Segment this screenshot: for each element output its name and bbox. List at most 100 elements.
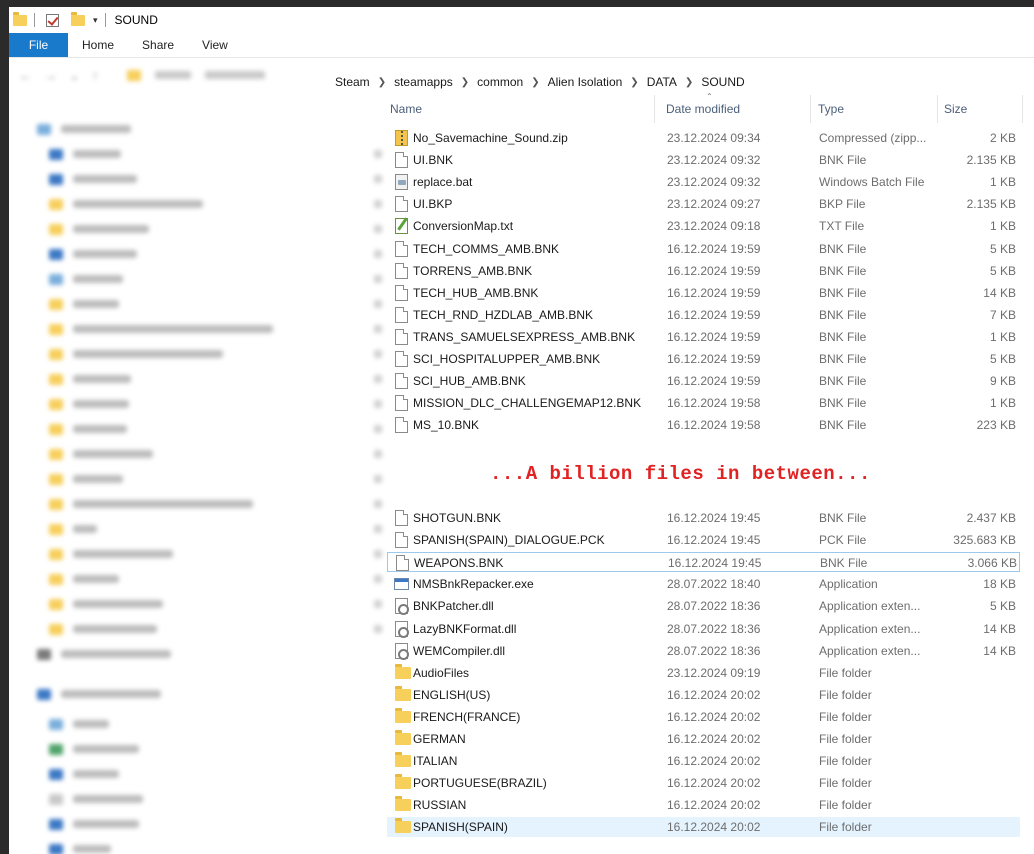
nav-pane-item[interactable]: [49, 767, 119, 781]
tab-share[interactable]: Share: [128, 33, 188, 57]
nav-pane-item[interactable]: [49, 247, 382, 261]
navigation-pane[interactable]: [9, 107, 382, 854]
pin-icon[interactable]: [374, 175, 382, 183]
pin-icon[interactable]: [374, 150, 382, 158]
nav-pane-item[interactable]: [49, 472, 382, 486]
file-row[interactable]: TECH_RND_HZDLAB_AMB.BNK 16.12.2024 19:59 B…: [387, 305, 1020, 325]
column-divider[interactable]: [937, 95, 938, 123]
file-row[interactable]: TRANS_SAMUELSEXPRESS_AMB.BNK 16.12.2024 1…: [387, 327, 1020, 347]
file-row[interactable]: SCI_HUB_AMB.BNK 16.12.2024 19:59 BNK File 9…: [387, 371, 1020, 391]
folder-row[interactable]: FRENCH(FRANCE) 16.12.2024 20:02 File folde…: [387, 707, 1020, 727]
file-row[interactable]: UI.BKP 23.12.2024 09:27 BKP File 2.135 KB: [387, 194, 1020, 214]
forward-icon[interactable]: →: [44, 68, 57, 84]
tab-view[interactable]: View: [188, 33, 242, 57]
pin-icon[interactable]: [374, 625, 382, 633]
nav-pane-item[interactable]: [49, 742, 139, 756]
properties-icon[interactable]: [46, 13, 59, 27]
file-row[interactable]: WEAPONS.BNK 16.12.2024 19:45 BNK File 3.066…: [387, 552, 1020, 573]
pin-icon[interactable]: [374, 200, 382, 208]
nav-pane-item[interactable]: [49, 147, 382, 161]
folder-row[interactable]: AudioFiles 23.12.2024 09:19 File folder: [387, 663, 1020, 683]
file-row[interactable]: MS_10.BNK 16.12.2024 19:58 BNK File 223 KB: [387, 415, 1020, 435]
pin-icon[interactable]: [374, 425, 382, 433]
pin-icon[interactable]: [374, 525, 382, 533]
pin-icon[interactable]: [374, 250, 382, 258]
nav-pane-item[interactable]: [49, 272, 382, 286]
chevron-right-icon[interactable]: ❯: [374, 77, 390, 88]
breadcrumb-item[interactable]: steamapps: [390, 75, 457, 89]
file-row[interactable]: NMSBnkRepacker.exe 28.07.2022 18:40 Applic…: [387, 574, 1020, 594]
file-row[interactable]: replace.bat 23.12.2024 09:32 Windows Batch…: [387, 172, 1020, 192]
nav-pane-item[interactable]: [49, 497, 382, 511]
pin-icon[interactable]: [374, 575, 382, 583]
file-row[interactable]: TECH_HUB_AMB.BNK 16.12.2024 19:59 BNK File…: [387, 283, 1020, 303]
pin-icon[interactable]: [374, 550, 382, 558]
column-header-type[interactable]: Type: [818, 95, 844, 123]
pin-icon[interactable]: [374, 400, 382, 408]
nav-pane-item[interactable]: [49, 817, 139, 831]
column-header-date[interactable]: Date modified: [666, 95, 740, 123]
breadcrumb-item[interactable]: Steam: [331, 75, 374, 89]
pin-icon[interactable]: [374, 350, 382, 358]
nav-pane-item[interactable]: [49, 622, 382, 636]
breadcrumb-item[interactable]: Alien Isolation: [544, 75, 627, 89]
customize-quick-access-icon[interactable]: ▾: [93, 15, 98, 26]
pin-icon[interactable]: [374, 475, 382, 483]
nav-pane-item[interactable]: [49, 297, 382, 311]
pin-icon[interactable]: [374, 325, 382, 333]
nav-pane-item[interactable]: [49, 717, 109, 731]
file-row[interactable]: MISSION_DLC_CHALLENGEMAP12.BNK 16.12.2024…: [387, 393, 1020, 413]
nav-pane-item[interactable]: [49, 372, 382, 386]
pin-icon[interactable]: [374, 600, 382, 608]
file-row[interactable]: ConversionMap.txt 23.12.2024 09:18 TXT Fil…: [387, 216, 1020, 236]
chevron-right-icon[interactable]: ❯: [457, 77, 473, 88]
nav-pane-item[interactable]: [37, 647, 171, 661]
nav-pane-item[interactable]: [49, 347, 382, 361]
pin-icon[interactable]: [374, 450, 382, 458]
column-header-name[interactable]: Name: [390, 95, 422, 123]
folder-row[interactable]: ENGLISH(US) 16.12.2024 20:02 File folder: [387, 685, 1020, 705]
nav-pane-item[interactable]: [49, 422, 382, 436]
tab-home[interactable]: Home: [68, 33, 128, 57]
folder-row[interactable]: ITALIAN 16.12.2024 20:02 File folder: [387, 751, 1020, 771]
file-row[interactable]: BNKPatcher.dll 28.07.2022 18:36 Applicatio…: [387, 596, 1020, 616]
breadcrumb-item[interactable]: SOUND: [697, 75, 748, 89]
breadcrumb-item[interactable]: common: [473, 75, 527, 89]
file-row[interactable]: SPANISH(SPAIN)_DIALOGUE.PCK 16.12.2024 19…: [387, 530, 1020, 550]
nav-pane-item[interactable]: [49, 547, 382, 561]
nav-pane-item[interactable]: [49, 597, 382, 611]
nav-pane-item[interactable]: [49, 792, 143, 806]
folder-row[interactable]: RUSSIAN 16.12.2024 20:02 File folder: [387, 795, 1020, 815]
nav-pane-item[interactable]: [49, 222, 382, 236]
file-row[interactable]: UI.BNK 23.12.2024 09:32 BNK File 2.135 KB: [387, 150, 1020, 170]
file-row[interactable]: SCI_HOSPITALUPPER_AMB.BNK 16.12.2024 19:5…: [387, 349, 1020, 369]
nav-pane-item[interactable]: [49, 397, 382, 411]
up-icon[interactable]: ↑: [92, 68, 99, 84]
folder-row[interactable]: SPANISH(SPAIN) 16.12.2024 20:02 File folde…: [387, 817, 1020, 838]
folder-row[interactable]: GERMAN 16.12.2024 20:02 File folder: [387, 729, 1020, 749]
chevron-right-icon[interactable]: ❯: [681, 77, 697, 88]
nav-pane-item[interactable]: [49, 842, 111, 854]
pin-icon[interactable]: [374, 225, 382, 233]
column-header-size[interactable]: Size: [944, 95, 967, 123]
chevron-right-icon[interactable]: ❯: [626, 77, 642, 88]
file-row[interactable]: TECH_COMMS_AMB.BNK 16.12.2024 19:59 BNK Fi…: [387, 239, 1020, 259]
nav-pane-item[interactable]: [49, 572, 382, 586]
nav-pane-item[interactable]: [49, 197, 382, 211]
new-folder-icon[interactable]: [71, 11, 85, 26]
nav-pane-item[interactable]: [49, 172, 382, 186]
pin-icon[interactable]: [374, 375, 382, 383]
pin-icon[interactable]: [374, 300, 382, 308]
breadcrumb-item[interactable]: DATA: [643, 75, 681, 89]
file-row[interactable]: SHOTGUN.BNK 16.12.2024 19:45 BNK File 2.437…: [387, 508, 1020, 528]
nav-pane-item[interactable]: [49, 447, 382, 461]
column-divider[interactable]: [1022, 95, 1023, 123]
column-divider[interactable]: [654, 95, 655, 123]
file-row[interactable]: WEMCompiler.dll 28.07.2022 18:36 Applicati…: [387, 641, 1020, 661]
column-divider[interactable]: [810, 95, 811, 123]
chevron-right-icon[interactable]: ❯: [527, 77, 543, 88]
file-row[interactable]: LazyBNKFormat.dll 28.07.2022 18:36 Applica…: [387, 619, 1020, 639]
nav-pane-item[interactable]: [49, 522, 382, 536]
file-row[interactable]: TORRENS_AMB.BNK 16.12.2024 19:59 BNK File 5…: [387, 261, 1020, 281]
pin-icon[interactable]: [374, 500, 382, 508]
